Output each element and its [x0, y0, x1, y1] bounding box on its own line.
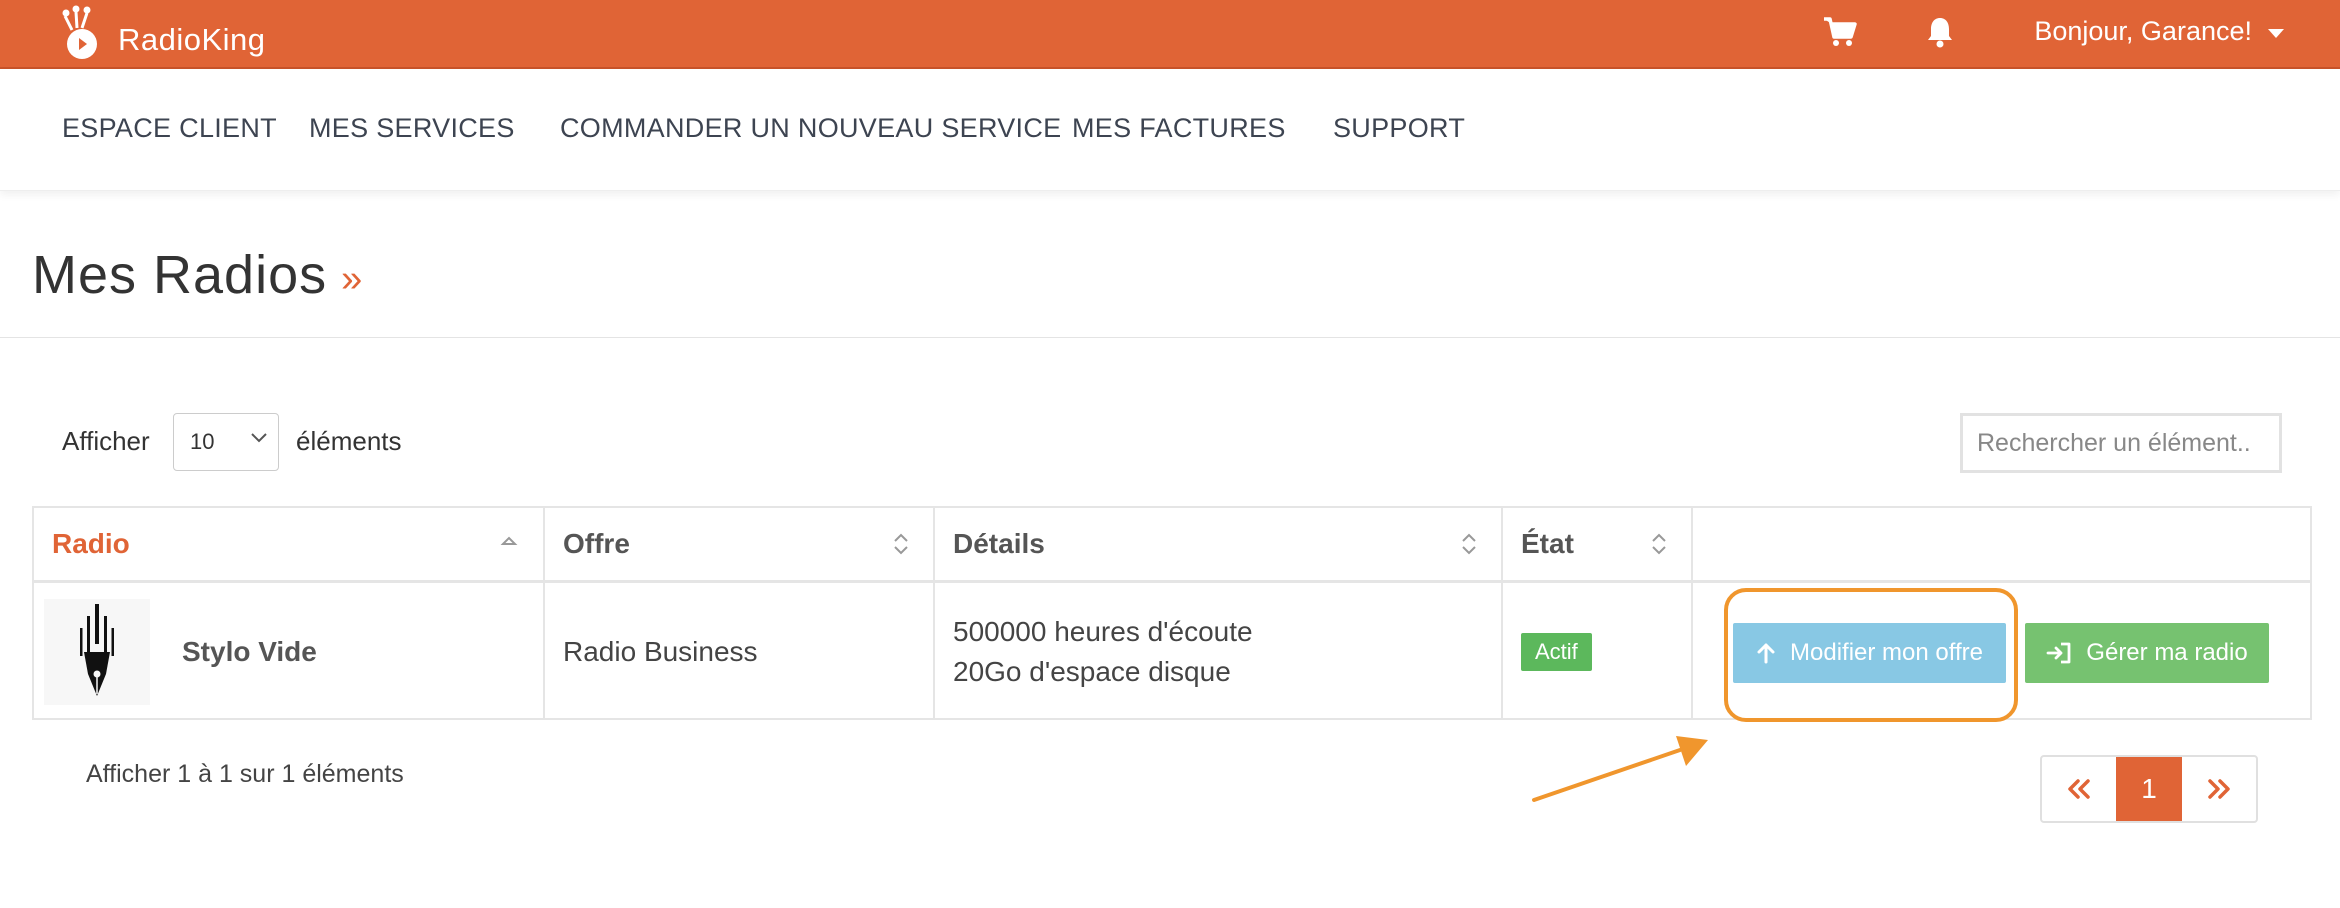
annotation-arrow-icon [1532, 736, 1708, 802]
nav-item-commander[interactable]: COMMANDER UN NOUVEAU SERVICE [560, 113, 1061, 144]
fountain-pen-icon [80, 603, 114, 696]
cart-icon[interactable] [1822, 14, 1858, 50]
page-title-text: Mes Radios [32, 245, 328, 305]
chevrons-left-icon [2068, 779, 2090, 799]
column-header-label: Détails [953, 528, 1045, 559]
manage-radio-button[interactable]: Gérer ma radio [2025, 623, 2269, 683]
top-bar: RadioKing Bonjour, Garance! [0, 0, 2340, 69]
chevron-down-icon [2268, 29, 2284, 38]
page-size-value: 10 [190, 429, 215, 454]
user-menu[interactable]: Bonjour, Garance! [2034, 16, 2284, 47]
details-listening-hours: 500000 heures d'écoute [953, 615, 1253, 647]
sign-in-icon [2046, 642, 2071, 664]
column-header-label: Radio [52, 528, 130, 559]
nav-item-mes-factures[interactable]: MES FACTURES [1072, 113, 1286, 144]
page-title: Mes Radios » [32, 244, 363, 306]
divider [0, 337, 2340, 338]
page-size-select[interactable]: 10 [173, 413, 279, 471]
sort-asc-icon [500, 536, 518, 545]
pagination: 1 [2040, 755, 2258, 823]
nav-item-mes-services[interactable]: MES SERVICES [309, 113, 515, 144]
show-label: Afficher [62, 426, 150, 456]
sort-icon [1652, 533, 1666, 555]
pagination-prev[interactable] [2042, 757, 2116, 821]
radio-avatar [44, 598, 150, 705]
brand-name: RadioKing [118, 22, 266, 57]
column-header-etat[interactable]: État [1503, 508, 1691, 583]
search-input[interactable]: Rechercher un élément.. [1960, 413, 2282, 473]
details-disk-space: 20Go d'espace disque [953, 655, 1231, 687]
greeting-text: Bonjour, Garance! [2034, 16, 2252, 46]
annotation-highlight [1724, 588, 2018, 722]
chevron-down-icon [251, 433, 267, 443]
main-nav: ESPACE CLIENT MES SERVICES COMMANDER UN … [0, 69, 2340, 191]
column-header-label: État [1521, 528, 1574, 559]
column-header-actions [1693, 508, 2312, 583]
table-cell-offre: Radio Business [545, 583, 933, 720]
table-cell-etat: Actif [1503, 583, 1691, 720]
status-badge: Actif [1521, 632, 1592, 671]
logo-crown-icon [60, 4, 106, 62]
nav-item-support[interactable]: SUPPORT [1333, 113, 1465, 144]
title-suffix: » [341, 258, 364, 300]
sort-icon [1462, 533, 1476, 555]
sort-icon [894, 533, 908, 555]
radioking-logo[interactable]: RadioKing [60, 4, 266, 62]
pagination-page-current[interactable]: 1 [2116, 757, 2182, 821]
table-info: Afficher 1 à 1 sur 1 éléments [86, 760, 404, 788]
nav-item-espace-client[interactable]: ESPACE CLIENT [62, 113, 277, 144]
column-header-offre[interactable]: Offre [545, 508, 933, 583]
column-header-details[interactable]: Détails [935, 508, 1501, 583]
pagination-next[interactable] [2182, 757, 2256, 821]
elements-label: éléments [296, 426, 402, 456]
table-cell-radio: Stylo Vide [34, 583, 543, 720]
bell-icon[interactable] [1922, 14, 1958, 50]
radio-name[interactable]: Stylo Vide [182, 636, 317, 668]
chevrons-right-icon [2208, 779, 2230, 799]
manage-radio-label: Gérer ma radio [2086, 639, 2248, 666]
column-header-radio[interactable]: Radio [34, 508, 543, 583]
offer-name: Radio Business [563, 635, 758, 667]
column-header-label: Offre [563, 528, 630, 559]
search-placeholder: Rechercher un élément.. [1977, 428, 2251, 457]
table-cell-details: 500000 heures d'écoute 20Go d'espace dis… [935, 583, 1501, 720]
